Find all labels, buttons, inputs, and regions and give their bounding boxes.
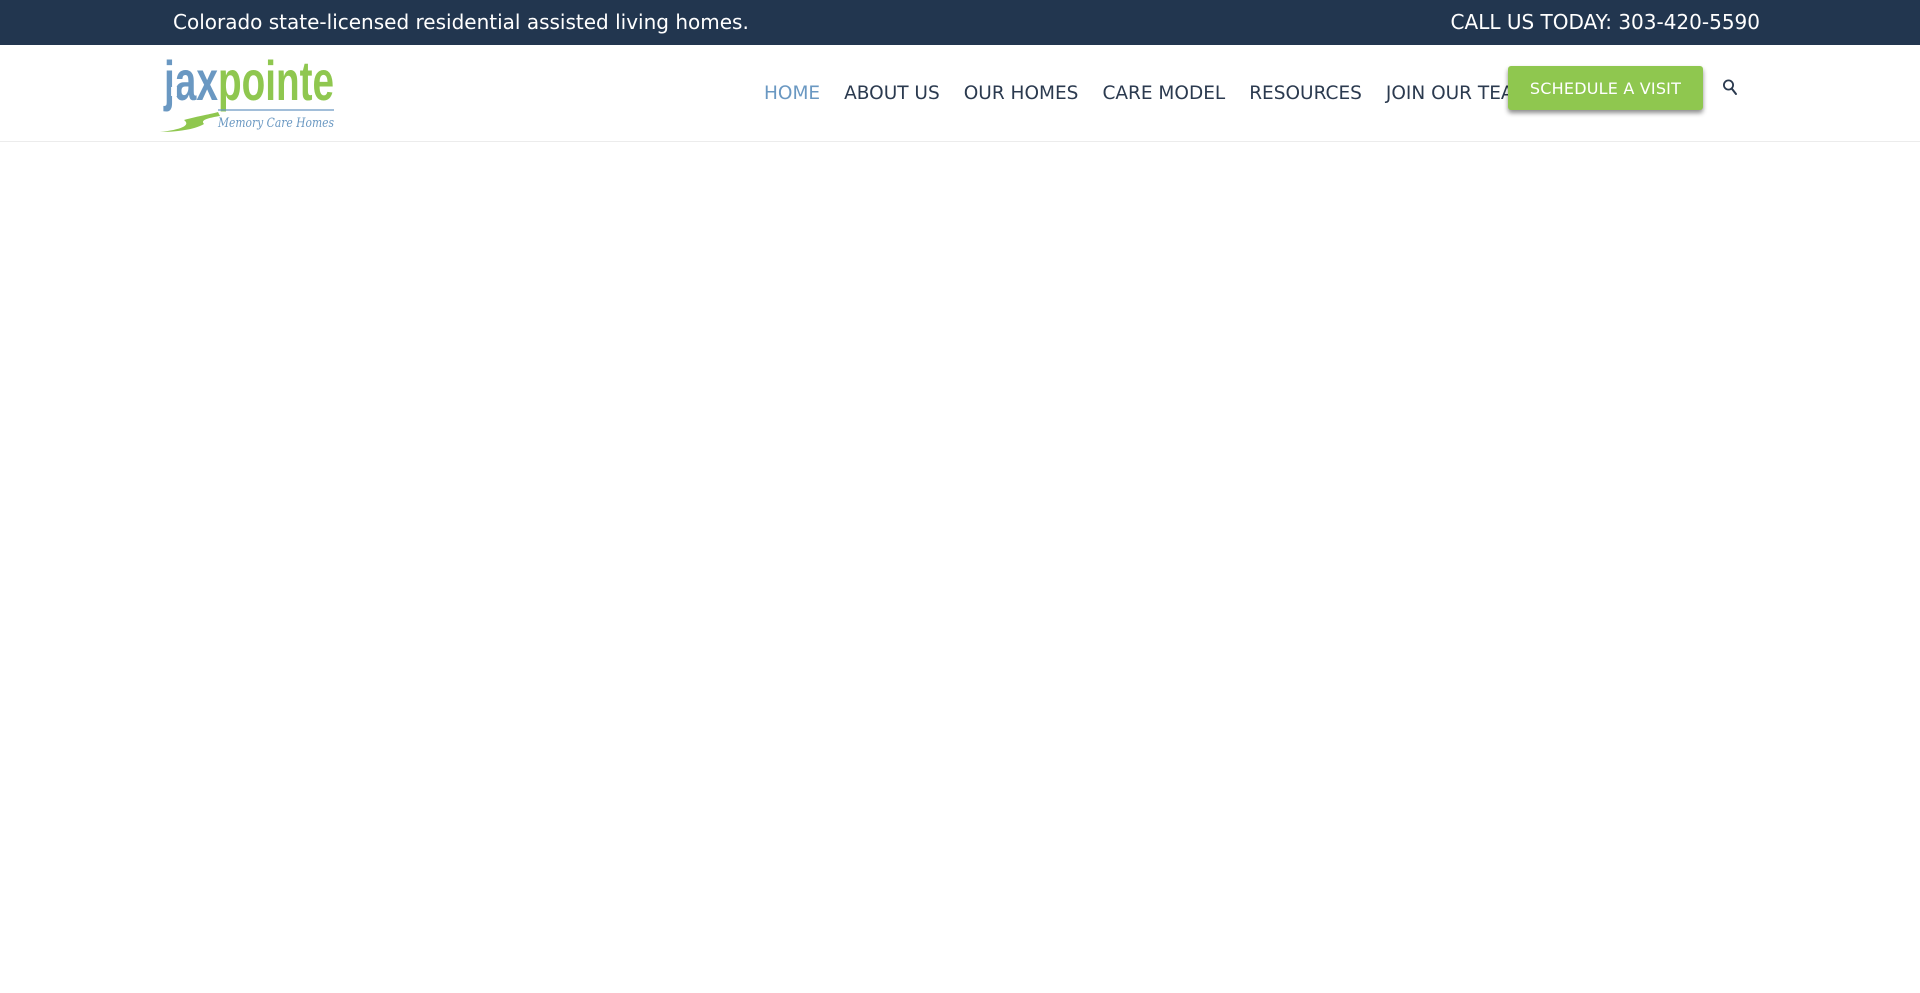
main-nav: HOME ABOUT US OUR HOMES CARE MODEL RESOU… <box>764 45 1554 142</box>
tagline: Colorado state-licensed residential assi… <box>173 10 749 34</box>
phone-callout[interactable]: CALL US TODAY: 303-420-5590 <box>1451 0 1760 45</box>
search-icon[interactable] <box>1722 78 1738 98</box>
logo-house-window <box>171 87 177 96</box>
nav-item-care-model[interactable]: CARE MODEL <box>1102 83 1225 104</box>
logo-tagline: Memory Care Homes <box>217 116 334 131</box>
logo-wordmark-jax: jax <box>163 54 218 112</box>
top-bar: Colorado state-licensed residential assi… <box>0 0 1920 45</box>
site-header: jax pointe Memory Care Homes HOME ABOUT … <box>0 45 1920 142</box>
schedule-visit-button[interactable]: SCHEDULE A VISIT <box>1508 66 1703 110</box>
nav-item-home[interactable]: HOME <box>764 83 820 104</box>
logo-path-swoosh <box>160 112 220 132</box>
logo-wordmark-pointe: pointe <box>218 54 334 112</box>
jaxpointe-logo[interactable]: jax pointe Memory Care Homes <box>158 54 338 134</box>
nav-item-about-us[interactable]: ABOUT US <box>844 83 940 104</box>
nav-item-resources[interactable]: RESOURCES <box>1249 83 1362 104</box>
nav-item-our-homes[interactable]: OUR HOMES <box>964 83 1079 104</box>
page-content <box>0 143 1920 993</box>
